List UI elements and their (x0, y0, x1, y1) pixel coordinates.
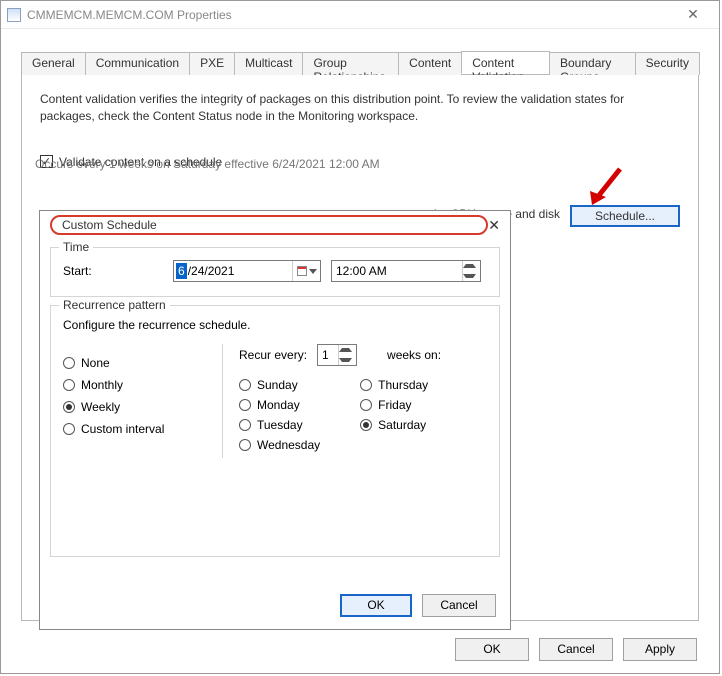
time-value: 12:00 AM (336, 264, 387, 278)
recur-every-value[interactable]: 1 (317, 344, 357, 366)
chevron-down-icon (309, 269, 317, 274)
custom-schedule-dialog: Custom Schedule ✕ Time Start: 6 /24/2021… (39, 210, 511, 630)
window-title: CMMEMCM.MEMCM.COM Properties (27, 8, 673, 22)
tab-pxe[interactable]: PXE (189, 52, 235, 75)
recur-every-label: Recur every: (239, 348, 307, 362)
dialog-ok-button[interactable]: OK (340, 594, 412, 617)
occurs-text: Occurs every 1 weeks on Saturday effecti… (35, 157, 380, 171)
dialog-title: Custom Schedule (62, 218, 157, 232)
cancel-button[interactable]: Cancel (539, 638, 613, 661)
recur-spinner[interactable] (338, 345, 352, 365)
day-thursday[interactable]: Thursday (360, 378, 428, 392)
tab-group-relationships[interactable]: Group Relationships (302, 52, 399, 75)
day-friday[interactable]: Friday (360, 398, 428, 412)
titlebar: CMMEMCM.MEMCM.COM Properties ✕ (1, 1, 719, 29)
spin-up-icon[interactable] (463, 264, 476, 268)
tab-general[interactable]: General (21, 52, 86, 75)
dialog-close-icon[interactable]: ✕ (488, 217, 500, 234)
dialog-titlebar: Custom Schedule ✕ (40, 211, 510, 239)
tab-content[interactable]: Content (398, 52, 462, 75)
date-dropdown-icon[interactable] (292, 261, 320, 281)
radio-monthly[interactable]: Monthly (63, 378, 222, 392)
day-wednesday[interactable]: Wednesday (239, 438, 320, 452)
radio-custom-interval[interactable]: Custom interval (63, 422, 222, 436)
tab-communication[interactable]: Communication (85, 52, 190, 75)
properties-window: CMMEMCM.MEMCM.COM Properties ✕ General C… (0, 0, 720, 674)
configure-text: Configure the recurrence schedule. (63, 318, 487, 332)
day-sunday[interactable]: Sunday (239, 378, 320, 392)
day-tuesday[interactable]: Tuesday (239, 418, 320, 432)
tab-multicast[interactable]: Multicast (234, 52, 303, 75)
start-date-field[interactable]: 6 /24/2021 (173, 260, 321, 282)
window-icon (7, 8, 21, 22)
recurrence-detail: Recur every: 1 weeks on: Sunday Monday T… (223, 344, 487, 458)
ok-button[interactable]: OK (455, 638, 529, 661)
tabstrip: General Communication PXE Multicast Grou… (21, 51, 699, 75)
close-icon[interactable]: ✕ (673, 6, 713, 23)
panel-description: Content validation verifies the integrit… (40, 91, 680, 125)
dialog-footer: OK Cancel (340, 594, 496, 617)
dialog-cancel-button[interactable]: Cancel (422, 594, 496, 617)
radio-none[interactable]: None (63, 356, 222, 370)
start-label: Start: (63, 264, 163, 278)
recurrence-group: Recurrence pattern Configure the recurre… (50, 305, 500, 557)
time-group: Time Start: 6 /24/2021 12:00 AM (50, 247, 500, 297)
spin-down-icon[interactable] (463, 274, 476, 278)
tab-boundary-groups[interactable]: Boundary Groups (549, 52, 636, 75)
radio-weekly[interactable]: Weekly (63, 400, 222, 414)
time-legend: Time (59, 240, 93, 254)
calendar-icon (297, 266, 307, 276)
day-monday[interactable]: Monday (239, 398, 320, 412)
start-time-field[interactable]: 12:00 AM (331, 260, 481, 282)
tab-security[interactable]: Security (635, 52, 700, 75)
time-spinner[interactable] (462, 261, 476, 281)
recurrence-legend: Recurrence pattern (59, 298, 170, 312)
properties-footer: OK Cancel Apply (455, 638, 697, 661)
recurrence-type-list: None Monthly Weekly Custom interval (63, 344, 223, 458)
weeks-on-label: weeks on: (387, 348, 441, 362)
tab-content-validation[interactable]: Content Validation (461, 51, 550, 74)
date-selected-part: 6 (176, 263, 187, 279)
schedule-button[interactable]: Schedule... (570, 205, 680, 227)
day-saturday[interactable]: Saturday (360, 418, 428, 432)
date-rest: /24/2021 (187, 264, 235, 278)
apply-button[interactable]: Apply (623, 638, 697, 661)
